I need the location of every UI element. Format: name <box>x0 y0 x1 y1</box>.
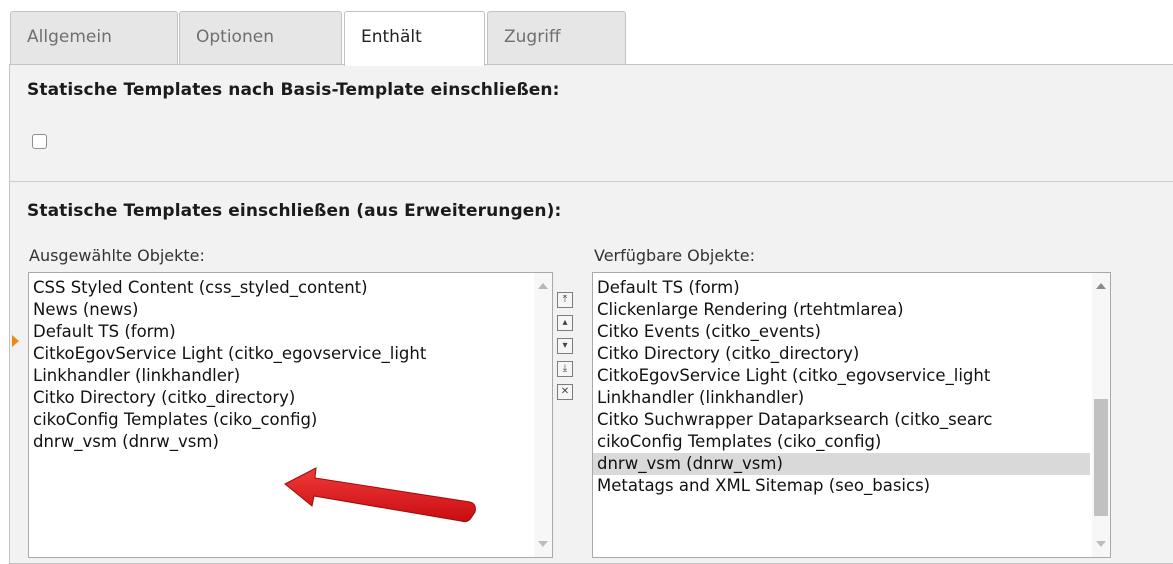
list-item[interactable]: Default TS (form) <box>593 277 1110 299</box>
list-item[interactable]: dnrw_vsm (dnrw_vsm) <box>29 431 552 453</box>
section-heading: Statische Templates einschließen (aus Er… <box>27 201 562 221</box>
scroll-down-icon[interactable] <box>1096 541 1106 547</box>
scroll-up-icon[interactable] <box>1096 283 1106 289</box>
list-item[interactable]: CSS Styled Content (css_styled_content) <box>29 277 552 299</box>
list-item[interactable]: cikoConfig Templates (ciko_config) <box>29 409 552 431</box>
list-item[interactable]: dnrw_vsm (dnrw_vsm) <box>593 453 1090 475</box>
list-item[interactable]: Citko Directory (citko_directory) <box>29 387 552 409</box>
selected-list-scrollbar[interactable] <box>534 273 552 557</box>
move-up-icon: ▴ <box>562 317 568 328</box>
list-item[interactable]: Clickenlarge Rendering (rtehtmlarea) <box>593 299 1110 321</box>
available-objects-label: Verfügbare Objekte: <box>594 246 755 265</box>
section-heading: Statische Templates nach Basis-Template … <box>27 80 560 100</box>
list-item[interactable]: Citko Events (citko_events) <box>593 321 1110 343</box>
tab-enthaelt[interactable]: Enthält <box>344 11 485 66</box>
include-static-after-base-section: Statische Templates nach Basis-Template … <box>10 65 1173 182</box>
tab-optionen[interactable]: Optionen <box>179 11 342 64</box>
remove-icon: ✕ <box>560 386 570 397</box>
annotation-arrow-icon <box>284 467 476 523</box>
list-item[interactable]: Linkhandler (linkhandler) <box>29 365 552 387</box>
include-after-base-checkbox[interactable] <box>32 134 47 149</box>
list-item[interactable]: cikoConfig Templates (ciko_config) <box>593 431 1110 453</box>
tab-allgemein[interactable]: Allgemein <box>10 11 178 64</box>
scrollbar-thumb[interactable] <box>1094 399 1108 516</box>
move-down-icon: ▾ <box>562 340 568 351</box>
list-item[interactable]: Citko Suchwrapper Dataparksearch (citko_… <box>593 409 1110 431</box>
tab-panel: Statische Templates nach Basis-Template … <box>9 64 1173 564</box>
selected-objects-label: Ausgewählte Objekte: <box>29 246 205 265</box>
include-static-extensions-section: Statische Templates einschließen (aus Er… <box>10 182 1173 563</box>
available-objects-list[interactable]: Default TS (form) Clickenlarge Rendering … <box>592 272 1111 558</box>
remove-button[interactable]: ✕ <box>557 384 573 400</box>
scroll-down-icon[interactable] <box>538 541 548 547</box>
list-item[interactable]: Linkhandler (linkhandler) <box>593 387 1110 409</box>
move-to-top-icon: ⤒ <box>562 294 568 305</box>
available-list-scrollbar[interactable] <box>1092 273 1110 557</box>
scroll-up-icon[interactable] <box>538 283 548 289</box>
move-up-button[interactable]: ▴ <box>557 315 573 331</box>
tab-zugriff[interactable]: Zugriff <box>487 11 626 64</box>
list-item[interactable]: Citko Directory (citko_directory) <box>593 343 1110 365</box>
list-item[interactable]: Default TS (form) <box>29 321 552 343</box>
list-item[interactable]: News (news) <box>29 299 552 321</box>
list-item[interactable]: CitkoEgovService Light (citko_egovservic… <box>593 365 1110 387</box>
list-item[interactable]: CitkoEgovService Light (citko_egovservic… <box>29 343 552 365</box>
list-item[interactable]: Metatags and XML Sitemap (seo_basics) <box>593 475 1110 497</box>
move-to-top-button[interactable]: ⤒ <box>557 292 573 308</box>
move-to-bottom-icon: ⤓ <box>562 363 568 374</box>
move-down-button[interactable]: ▾ <box>557 338 573 354</box>
current-item-marker-icon <box>12 335 19 347</box>
move-to-bottom-button[interactable]: ⤓ <box>557 361 573 377</box>
